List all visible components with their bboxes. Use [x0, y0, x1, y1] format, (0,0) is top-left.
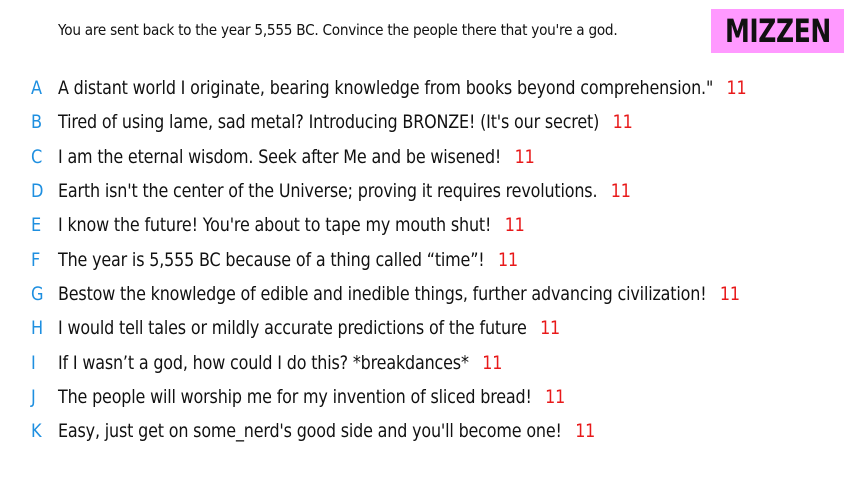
answer-score: 11 [540, 317, 561, 340]
answer-score: 11 [497, 248, 518, 271]
answer-text: The people will worship me for my invent… [58, 385, 532, 408]
answer-content: Tired of using lame, sad metal? Introduc… [58, 111, 633, 133]
answer-content: Easy, just get on some_nerd's good side … [58, 420, 595, 442]
answer-score: 11 [726, 77, 747, 100]
answer-content: I would tell tales or mildly accurate pr… [58, 317, 560, 339]
answer-letter: J [31, 385, 36, 408]
answer-row: F The year is 5,555 BC because of a thin… [0, 242, 853, 276]
answer-score: 11 [545, 385, 566, 408]
answer-row: D Earth isn't the center of the Universe… [0, 174, 853, 208]
answer-row: I If I wasn’t a god, how could I do this… [0, 345, 853, 379]
answer-letter: G [31, 282, 44, 305]
answer-letter: E [31, 214, 42, 237]
answer-text: I know the future! You're about to tape … [58, 214, 492, 237]
answer-content: A distant world I originate, bearing kno… [58, 77, 747, 99]
answer-letter: H [31, 317, 44, 340]
answer-text: If I wasn’t a god, how could I do this? … [58, 351, 469, 374]
answer-text: Easy, just get on some_nerd's good side … [58, 420, 562, 443]
answer-text: The year is 5,555 BC because of a thing … [58, 248, 485, 271]
answer-content: I know the future! You're about to tape … [58, 214, 525, 236]
answer-letter: F [31, 248, 41, 271]
answer-row: A A distant world I originate, bearing k… [0, 71, 853, 105]
answer-text: Tired of using lame, sad metal? Introduc… [58, 111, 600, 134]
answer-content: The year is 5,555 BC because of a thing … [58, 249, 518, 271]
answer-score: 11 [612, 111, 633, 134]
answer-row: C I am the eternal wisdom. Seek after Me… [0, 140, 853, 174]
answer-score: 11 [482, 351, 503, 374]
answer-letter: A [31, 77, 43, 100]
answer-text: I would tell tales or mildly accurate pr… [58, 317, 527, 340]
answer-letter: C [31, 145, 43, 168]
player-name-badge: MIZZEN [711, 9, 844, 53]
answer-text: I am the eternal wisdom. Seek after Me a… [58, 145, 502, 168]
answer-score: 11 [514, 145, 535, 168]
answer-text: A distant world I originate, bearing kno… [58, 77, 714, 100]
badge-label: MIZZEN [724, 12, 831, 50]
answer-score: 11 [575, 420, 596, 443]
answer-letter: B [31, 111, 43, 134]
answer-row: G Bestow the knowledge of edible and ine… [0, 277, 853, 311]
answer-row: J The people will worship me for my inve… [0, 380, 853, 414]
answer-content: Earth isn't the center of the Universe; … [58, 180, 631, 202]
answer-score: 11 [719, 282, 740, 305]
answer-content: Bestow the knowledge of edible and inedi… [58, 283, 740, 305]
answer-letter: I [31, 351, 36, 374]
prompt-text: You are sent back to the year 5,555 BC. … [58, 21, 618, 39]
answer-score: 11 [504, 214, 525, 237]
answer-content: I am the eternal wisdom. Seek after Me a… [58, 146, 535, 168]
answer-list: A A distant world I originate, bearing k… [0, 71, 853, 448]
answer-content: If I wasn’t a god, how could I do this? … [58, 352, 502, 374]
answer-letter: D [31, 180, 44, 203]
answer-letter: K [31, 420, 42, 443]
answer-row: H I would tell tales or mildly accurate … [0, 311, 853, 345]
answer-text: Earth isn't the center of the Universe; … [58, 180, 598, 203]
answer-content: The people will worship me for my invent… [58, 386, 565, 408]
answer-row: B Tired of using lame, sad metal? Introd… [0, 105, 853, 139]
answer-row: K Easy, just get on some_nerd's good sid… [0, 414, 853, 448]
answer-score: 11 [610, 180, 631, 203]
answer-text: Bestow the knowledge of edible and inedi… [58, 282, 707, 305]
answer-row: E I know the future! You're about to tap… [0, 208, 853, 242]
